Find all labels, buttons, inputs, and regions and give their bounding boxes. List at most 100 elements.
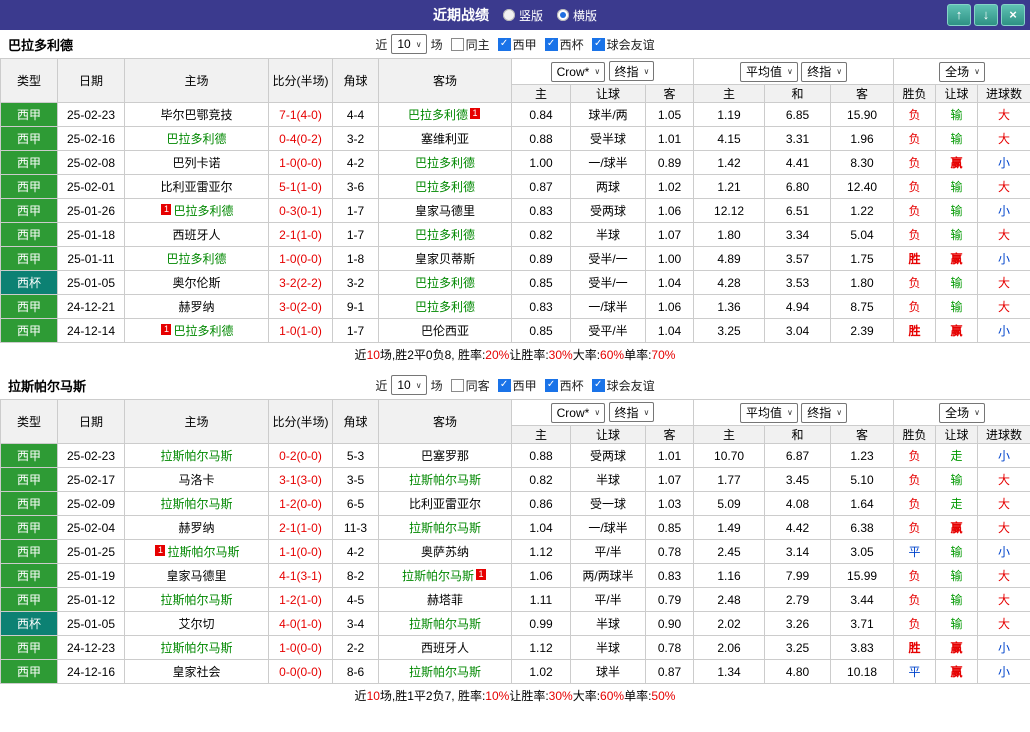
filter-recent-label: 近 [375,378,388,393]
score-cell: 1-0(1-0) [268,318,333,343]
asian-away-odds-cell: 1.06 [644,294,695,319]
league-filter-checkbox[interactable]: 西甲 [497,377,537,394]
col-europe-home: 主 [693,425,766,444]
goals-result-cell: 小 [977,246,1030,271]
checkbox-label: 球会友谊 [606,37,655,52]
europe-draw-odds-cell: 4.08 [764,491,832,516]
average-final-select[interactable]: 终指 ∨ [801,402,848,423]
europe-draw-odds-cell: 3.53 [764,270,832,295]
corner-cell: 3-5 [332,467,379,492]
asian-handicap-cell: 半球 [570,635,646,660]
europe-draw-odds-cell: 2.79 [764,587,832,612]
average-select[interactable]: 平均值 ∨ [739,402,798,423]
away-team-cell: 拉斯帕尔马斯 1 [378,563,512,588]
col-europe-draw: 和 [764,425,832,444]
cup-filter-checkbox[interactable]: 西杯 [544,377,584,394]
away-team-cell: 拉斯帕尔马斯 [378,611,512,636]
chevron-down-icon: ∨ [836,67,843,76]
match-type-cell: 西甲 [0,198,58,223]
date-cell: 24-12-21 [57,294,125,319]
recent-count-select[interactable]: 10 ∨ [391,375,427,395]
away-team-cell: 巴塞罗那 [378,443,512,468]
col-corner: 角球 [332,58,379,103]
friendly-filter-checkbox[interactable]: 球会友谊 [591,36,655,53]
summary-text: 单率: [624,689,652,703]
col-asian-home: 主 [511,84,571,103]
result-cell: 负 [893,611,937,636]
scope-group: 全场 ∨ [893,399,1030,426]
corner-cell: 3-6 [332,174,379,199]
home-team-cell: 赫罗纳 [124,515,269,540]
red-card-badge: 1 [161,204,172,215]
corner-cell: 9-1 [332,294,379,319]
odds-source-select[interactable]: Crow* ∨ [550,61,606,82]
odds-final-select[interactable]: 终指 ∨ [608,61,655,82]
team-section: 巴拉多利德 近 10 ∨ 场 同主 西甲 西杯 球会友谊 类型 日期 主场 比分(… [0,30,1030,366]
handicap-result-cell: 输 [935,174,979,199]
league-filter-checkbox[interactable]: 西甲 [497,36,537,53]
europe-away-odds-cell: 8.30 [830,150,895,175]
result-cell: 负 [893,467,937,492]
corner-cell: 1-7 [332,222,379,247]
asian-home-odds-cell: 0.84 [511,102,571,127]
home-team-cell: 皇家马德里 [124,563,269,588]
match-row: 西甲 25-02-23 毕尔巴鄂竞技 7-1(4-0) 4-4 巴拉多利德 1 0.84 球半/… [0,102,1030,127]
handicap-result-cell: 输 [935,563,979,588]
europe-away-odds-cell: 15.90 [830,102,895,127]
europe-draw-odds-cell: 6.87 [764,443,832,468]
result-cell: 胜 [893,246,937,271]
col-home: 主场 [124,58,269,103]
radio-label: 横版 [573,8,598,23]
europe-home-odds-cell: 2.48 [693,587,766,612]
summary-text: 大率: [572,689,601,703]
col-europe-draw: 和 [764,84,832,103]
score-cell: 0-3(0-1) [268,198,333,223]
col-handicap-result: 让球 [935,84,979,103]
filter-games-label: 场 [430,37,443,52]
scroll-up-button[interactable]: ↑ [947,4,971,26]
friendly-filter-checkbox[interactable]: 球会友谊 [591,377,655,394]
odds-source-select[interactable]: Crow* ∨ [550,402,606,423]
layout-vertical-radio[interactable]: 竖版 [502,7,543,24]
europe-home-odds-cell: 10.70 [693,443,766,468]
checkbox-icon [497,37,511,51]
scope-select[interactable]: 全场 ∨ [939,402,985,423]
home-team-cell: 毕尔巴鄂竞技 [124,102,269,127]
same-venue-checkbox[interactable]: 同主 [450,36,490,53]
result-cell: 负 [893,222,937,247]
layout-horizontal-radio[interactable]: 横版 [557,7,597,24]
average-final-select[interactable]: 终指 ∨ [801,61,848,82]
match-type-cell: 西杯 [0,611,58,636]
asian-away-odds-cell: 0.79 [644,587,695,612]
asian-handicap-cell: 两/两球半 [570,563,646,588]
europe-draw-odds-cell: 3.31 [764,126,832,151]
score-cell: 1-0(0-0) [268,150,333,175]
asian-handicap-cell: 受半/一 [570,246,646,271]
match-row: 西杯 25-01-05 艾尔切 4-0(1-0) 3-4 拉斯帕尔马斯 0.99 半球 0.90… [0,611,1030,636]
same-venue-checkbox[interactable]: 同客 [450,377,490,394]
summary-text: 50% [651,688,676,703]
odds-final-select[interactable]: 终指 ∨ [608,402,655,423]
summary-text: 10 [366,347,380,362]
corner-cell: 11-3 [332,515,379,540]
home-team-cell: 1 巴拉多利德 [124,198,269,223]
scope-select[interactable]: 全场 ∨ [939,61,985,82]
summary-text: 场,胜1平2负7, 胜率: [379,689,486,703]
goals-result-cell: 大 [977,467,1030,492]
handicap-result-cell: 赢 [935,150,979,175]
europe-draw-odds-cell: 3.14 [764,539,832,564]
date-cell: 25-01-18 [57,222,125,247]
close-button[interactable]: × [1001,4,1025,26]
corner-cell: 4-2 [332,150,379,175]
checkbox-icon [450,37,464,51]
score-cell: 3-0(2-0) [268,294,333,319]
europe-home-odds-cell: 1.21 [693,174,766,199]
scroll-down-button[interactable]: ↓ [974,4,998,26]
cup-filter-checkbox[interactable]: 西杯 [544,36,584,53]
recent-count-select[interactable]: 10 ∨ [391,34,427,54]
average-select[interactable]: 平均值 ∨ [739,61,798,82]
down-arrow-icon: ↓ [982,7,990,22]
away-team-cell: 巴拉多利德 [378,270,512,295]
date-cell: 25-01-25 [57,539,125,564]
europe-away-odds-cell: 5.04 [830,222,895,247]
